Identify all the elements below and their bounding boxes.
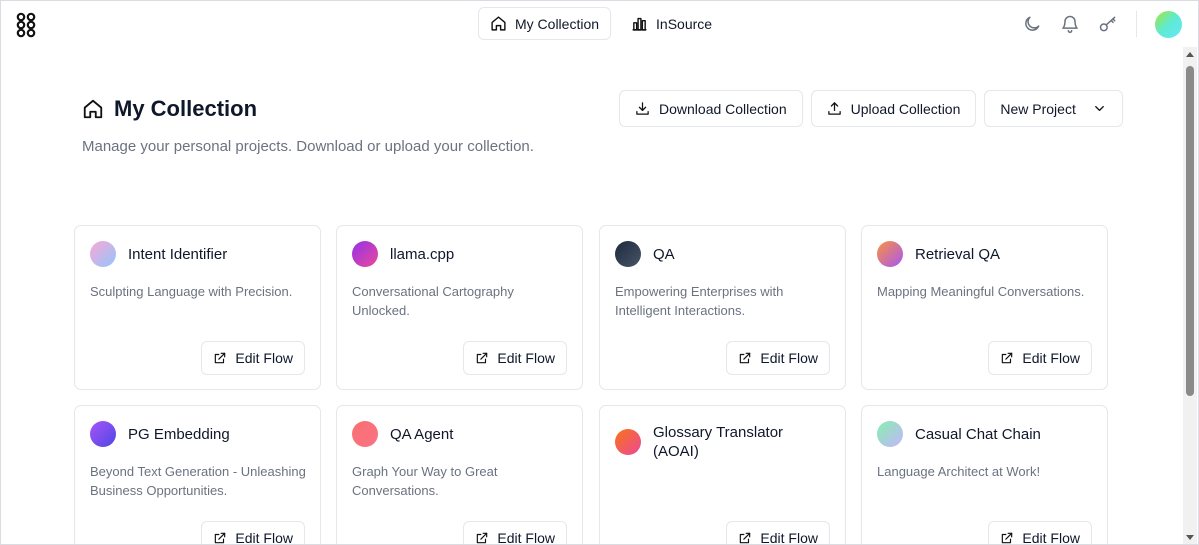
page-header: My Collection <box>82 96 257 122</box>
project-card: PG Embedding Beyond Text Generation - Un… <box>74 405 321 545</box>
scroll-down-arrow-icon[interactable] <box>1186 535 1194 540</box>
header-divider <box>1136 11 1137 37</box>
project-title: QA Agent <box>390 425 454 443</box>
project-description: Graph Your Way to Great Conversations. <box>352 464 498 498</box>
tab-label: My Collection <box>515 15 600 32</box>
project-description: Language Architect at Work! <box>877 464 1041 479</box>
project-title: Casual Chat Chain <box>915 425 1041 443</box>
project-card: Intent Identifier Sculpting Language wit… <box>74 225 321 390</box>
tab-insource[interactable]: InSource <box>619 7 724 40</box>
edit-flow-button[interactable]: Edit Flow <box>201 341 305 375</box>
moon-icon[interactable] <box>1022 14 1042 34</box>
download-collection-button[interactable]: Download Collection <box>619 90 803 127</box>
project-gradient-avatar <box>877 421 903 447</box>
page-title: My Collection <box>114 96 258 121</box>
button-label: Edit Flow <box>235 350 293 366</box>
project-card: QA Agent Graph Your Way to Great Convers… <box>336 405 583 545</box>
project-description: Beyond Text Generation - Unleashing Busi… <box>90 464 306 498</box>
edit-flow-button[interactable]: Edit Flow <box>726 521 830 545</box>
home-icon <box>491 16 506 31</box>
project-gradient-avatar <box>352 241 378 267</box>
project-card: Casual Chat Chain Language Architect at … <box>861 405 1108 545</box>
top-bar: My Collection InSource <box>1 1 1198 47</box>
page-description: Manage your personal projects. Download … <box>82 138 534 155</box>
button-label: Edit Flow <box>1022 350 1080 366</box>
collection-actions: Download Collection Upload Collection Ne… <box>619 90 1123 127</box>
project-gradient-avatar <box>90 421 116 447</box>
edit-flow-button[interactable]: Edit Flow <box>463 341 567 375</box>
chevron-down-icon <box>1094 106 1104 111</box>
button-label: Edit Flow <box>760 530 818 545</box>
project-title: QA <box>653 245 675 263</box>
project-card: llama.cpp Conversational Cartography Unl… <box>336 225 583 390</box>
project-title: llama.cpp <box>390 245 455 263</box>
new-project-dropdown[interactable]: New Project <box>984 90 1123 127</box>
external-link-icon <box>740 352 751 364</box>
bar-chart-icon <box>632 17 647 31</box>
project-description: Mapping Meaningful Conversations. <box>877 284 1085 299</box>
external-link-icon <box>215 352 226 364</box>
button-label: Edit Flow <box>497 350 555 366</box>
project-title: Glossary Translator (AOAI) <box>653 424 784 460</box>
project-title: Intent Identifier <box>128 245 228 263</box>
external-link-icon <box>477 352 488 364</box>
project-card: Retrieval QA Mapping Meaningful Conversa… <box>861 225 1108 390</box>
external-link-icon <box>740 532 751 544</box>
app-logo-icon[interactable] <box>16 12 36 38</box>
upload-icon <box>827 102 841 115</box>
app-window: My Collection InSource My Collection Man… <box>0 0 1199 545</box>
project-description: Conversational Cartography Unlocked. <box>352 284 514 318</box>
scroll-thumb[interactable] <box>1186 66 1194 396</box>
project-description: Empowering Enterprises with Intelligent … <box>615 284 784 318</box>
edit-flow-button[interactable]: Edit Flow <box>463 521 567 545</box>
project-gradient-avatar <box>90 241 116 267</box>
bell-icon[interactable] <box>1060 14 1080 34</box>
project-description: Sculpting Language with Precision. <box>90 284 293 299</box>
user-avatar[interactable] <box>1155 10 1182 38</box>
edit-flow-button[interactable]: Edit Flow <box>726 341 830 375</box>
project-title: Retrieval QA <box>915 245 1001 263</box>
project-gradient-avatar <box>615 241 641 267</box>
project-gradient-avatar <box>615 429 641 455</box>
tab-label: InSource <box>656 15 713 32</box>
project-card: QA Empowering Enterprises with Intellige… <box>599 225 846 390</box>
vertical-scrollbar[interactable] <box>1183 47 1197 544</box>
external-link-icon <box>477 532 488 544</box>
external-link-icon <box>1002 352 1013 364</box>
button-label: Edit Flow <box>1022 530 1080 545</box>
edit-flow-button[interactable]: Edit Flow <box>201 521 305 545</box>
upload-collection-button[interactable]: Upload Collection <box>810 90 977 127</box>
button-label: Edit Flow <box>235 530 293 545</box>
external-link-icon <box>215 532 226 544</box>
button-label: Download Collection <box>659 100 787 117</box>
download-icon <box>636 102 649 115</box>
project-card: Glossary Translator (AOAI) Edit Flow <box>599 405 846 545</box>
edit-flow-button[interactable]: Edit Flow <box>988 341 1092 375</box>
button-label: New Project <box>1000 100 1076 117</box>
button-label: Upload Collection <box>850 100 961 117</box>
header-actions <box>1022 9 1182 39</box>
scroll-up-arrow-icon[interactable] <box>1186 52 1194 57</box>
main-nav: My Collection InSource <box>478 7 724 40</box>
project-title: PG Embedding <box>128 425 230 443</box>
button-label: Edit Flow <box>497 530 555 545</box>
project-gradient-avatar <box>352 421 378 447</box>
home-icon <box>83 99 103 119</box>
tab-my-collection[interactable]: My Collection <box>478 7 612 40</box>
button-label: Edit Flow <box>760 350 818 366</box>
project-gradient-avatar <box>877 241 903 267</box>
edit-flow-button[interactable]: Edit Flow <box>988 521 1092 545</box>
key-icon[interactable] <box>1098 14 1118 34</box>
external-link-icon <box>1002 532 1013 544</box>
